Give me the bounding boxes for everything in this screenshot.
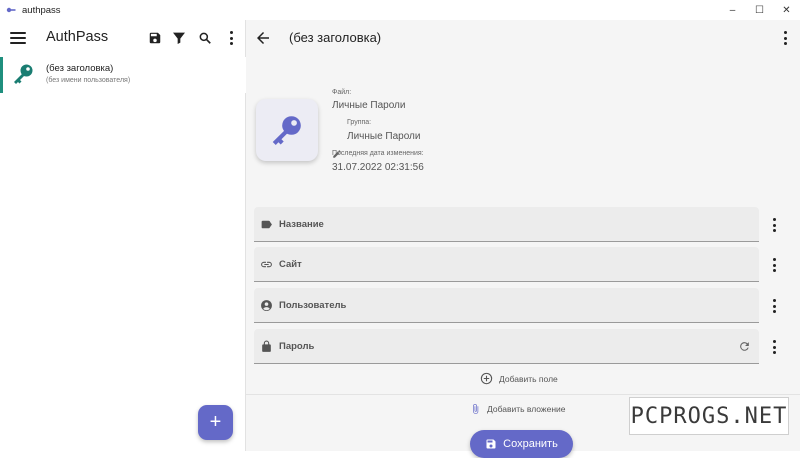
account-icon [260, 299, 273, 312]
app-logo-icon [6, 5, 16, 15]
file-value: Личные Пароли [332, 100, 406, 111]
detail-title: (без заголовка) [289, 30, 382, 45]
left-more-icon[interactable] [229, 31, 233, 45]
group-label: Группа: [347, 119, 372, 126]
attachment-icon [473, 403, 479, 415]
entry-username: (без имени пользователя) [46, 77, 131, 84]
field-label: Пользователь [279, 300, 347, 311]
maximize-button[interactable]: ☐ [746, 0, 773, 20]
refresh-icon[interactable] [738, 340, 751, 353]
field-label: Название [279, 219, 324, 230]
save-icon[interactable] [146, 29, 164, 47]
file-label: Файл: [332, 89, 352, 96]
save-label: Сохранить [503, 438, 558, 450]
add-attachment-label: Добавить вложение [487, 404, 566, 414]
add-attachment-button[interactable]: Добавить вложение [470, 402, 566, 416]
window-titlebar: authpass – ☐ ✕ [0, 0, 800, 20]
search-icon[interactable] [196, 29, 214, 47]
modified-value: 31.07.2022 02:31:56 [332, 162, 424, 173]
add-entry-button[interactable]: + [198, 405, 233, 440]
hamburger-menu-icon[interactable] [10, 30, 26, 46]
password-field[interactable]: Пароль [254, 329, 759, 364]
field-more-icon[interactable] [772, 299, 776, 313]
app-name: AuthPass [46, 29, 109, 45]
watermark-logo: PCPROGS.NET [629, 397, 789, 435]
save-button[interactable]: Сохранить [470, 430, 573, 458]
key-icon [11, 62, 35, 86]
back-arrow-icon[interactable] [254, 29, 272, 47]
group-value[interactable]: Личные Пароли [347, 131, 420, 142]
link-icon [260, 258, 273, 271]
label-icon [260, 218, 273, 231]
field-more-icon[interactable] [772, 340, 776, 354]
entry-detail-panel: (без заголовка) Файл: Личные Пароли Груп… [246, 20, 800, 458]
modified-label: Последняя дата изменения: [332, 150, 424, 157]
divider [246, 394, 800, 395]
add-circle-icon [480, 372, 493, 385]
add-field-button[interactable]: Добавить поле [480, 372, 558, 385]
url-field[interactable]: Сайт [254, 247, 759, 282]
entry-list-panel: AuthPass (без заголовка) (без имени поль… [0, 20, 246, 451]
selection-indicator [0, 57, 3, 93]
left-toolbar: AuthPass [0, 20, 245, 57]
close-button[interactable]: ✕ [773, 0, 800, 20]
add-field-label: Добавить поле [499, 373, 558, 384]
filter-icon[interactable] [170, 29, 188, 47]
entry-title: (без заголовка) [46, 63, 114, 74]
detail-more-icon[interactable] [783, 31, 787, 45]
field-more-icon[interactable] [772, 218, 776, 232]
field-label: Сайт [279, 259, 302, 270]
entry-list-item[interactable]: (без заголовка) (без имени пользователя) [0, 57, 246, 93]
detail-toolbar: (без заголовка) [246, 20, 800, 57]
field-more-icon[interactable] [772, 258, 776, 272]
minimize-button[interactable]: – [719, 0, 746, 20]
entry-icon-picker[interactable] [256, 99, 318, 161]
username-field[interactable]: Пользователь [254, 288, 759, 323]
field-label: Пароль [279, 341, 315, 352]
save-icon [486, 439, 496, 449]
lock-icon [260, 340, 273, 353]
window-title: authpass [22, 4, 61, 16]
title-field[interactable]: Название [254, 207, 759, 242]
